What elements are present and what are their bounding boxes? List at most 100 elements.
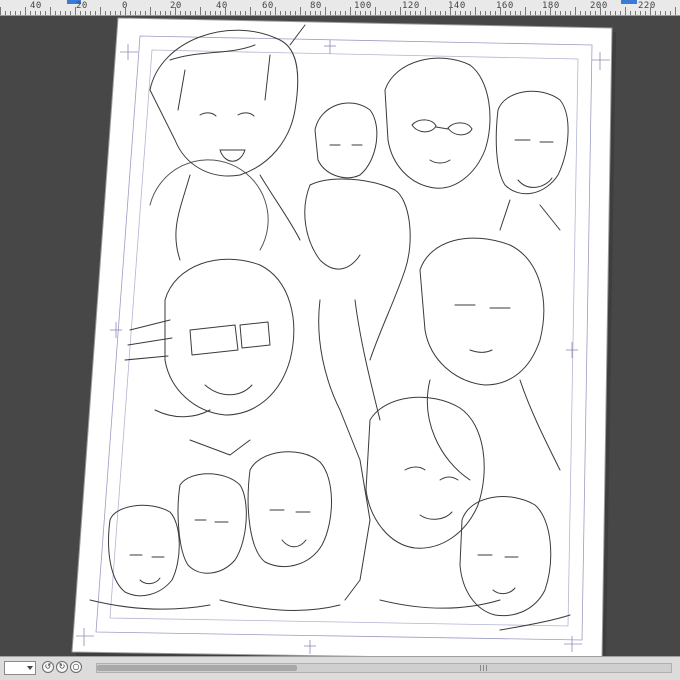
ruler-tick	[500, 7, 501, 15]
canvas-workspace[interactable]	[0, 16, 680, 656]
ruler-tick	[180, 11, 181, 15]
paper-page[interactable]	[71, 17, 613, 656]
ruler-tick	[625, 7, 626, 15]
ruler-tick	[105, 11, 106, 15]
ruler-tick	[605, 11, 606, 15]
ruler-tick	[70, 11, 71, 15]
ruler-tick	[280, 11, 281, 15]
ruler-tick	[600, 7, 601, 15]
ruler-tick	[150, 7, 151, 15]
ruler-tick	[110, 11, 111, 15]
ruler-tick	[85, 11, 86, 15]
ruler-tick	[65, 11, 66, 15]
ruler-tick	[455, 11, 456, 15]
ruler-tick	[195, 11, 196, 15]
horizontal-scrollbar[interactable]	[96, 663, 672, 673]
ruler-tick	[295, 11, 296, 15]
ruler-label: 40	[216, 1, 228, 11]
ruler-tick	[590, 11, 591, 15]
rotate-right-icon[interactable]: ↻	[56, 661, 68, 673]
scrollbar-thumb[interactable]	[97, 665, 297, 671]
ruler-tick	[520, 11, 521, 15]
ruler-tick	[400, 7, 401, 15]
ruler-tick	[445, 11, 446, 15]
ruler-tick	[200, 7, 201, 15]
ruler-tick	[630, 11, 631, 15]
ruler-selection-marker	[621, 0, 637, 4]
ruler-tick	[315, 11, 316, 15]
ruler-tick	[415, 11, 416, 15]
ruler-tick	[50, 7, 51, 15]
ruler-tick	[345, 11, 346, 15]
ruler-tick	[535, 11, 536, 15]
ruler-tick	[420, 11, 421, 15]
horizontal-ruler[interactable]: 40 20 0 20 40 60 80 100 120 140 160 180 …	[0, 0, 680, 16]
ruler-tick	[395, 11, 396, 15]
ruler-tick	[215, 11, 216, 15]
ruler-tick	[270, 11, 271, 15]
ruler-tick	[645, 11, 646, 15]
ruler-tick	[405, 11, 406, 15]
ruler-tick	[35, 11, 36, 15]
ruler-tick	[115, 11, 116, 15]
ruler-label: 20	[76, 1, 88, 11]
ruler-label: 160	[496, 1, 514, 11]
ruler-tick	[20, 11, 21, 15]
ruler-label: 220	[638, 1, 656, 11]
rotate-left-icon[interactable]: ↺	[42, 661, 54, 673]
ruler-tick	[585, 11, 586, 15]
ruler-tick	[670, 11, 671, 15]
ruler-tick	[350, 7, 351, 15]
ruler-tick	[555, 11, 556, 15]
ruler-tick	[475, 7, 476, 15]
ruler-tick	[540, 11, 541, 15]
ruler-tick	[495, 11, 496, 15]
canvas-svg[interactable]	[0, 16, 680, 656]
ruler-tick	[75, 7, 76, 15]
zoom-select[interactable]	[4, 661, 36, 675]
ruler-tick	[675, 7, 676, 15]
ruler-tick	[30, 11, 31, 15]
ruler-tick	[430, 11, 431, 15]
chevron-down-icon	[27, 666, 33, 670]
ruler-tick	[360, 11, 361, 15]
ruler-tick	[60, 11, 61, 15]
ruler-label: 100	[354, 1, 372, 11]
ruler-tick	[190, 11, 191, 15]
ruler-tick	[95, 11, 96, 15]
scrollbar-grip	[483, 665, 484, 671]
ruler-tick	[595, 11, 596, 15]
ruler-tick	[385, 11, 386, 15]
ruler-label: 80	[310, 1, 322, 11]
ruler-tick	[145, 11, 146, 15]
ruler-tick	[545, 11, 546, 15]
ruler-tick	[160, 11, 161, 15]
reset-rotation-icon[interactable]: ○	[70, 661, 82, 673]
ruler-tick	[375, 7, 376, 15]
ruler-tick	[240, 11, 241, 15]
ruler-tick	[205, 11, 206, 15]
ruler-tick	[155, 11, 156, 15]
ruler-tick	[10, 11, 11, 15]
ruler-tick	[45, 11, 46, 15]
ruler-tick	[140, 11, 141, 15]
ruler-tick	[320, 11, 321, 15]
ruler-tick	[120, 11, 121, 15]
ruler-tick	[465, 11, 466, 15]
ruler-tick	[310, 11, 311, 15]
ruler-tick	[165, 11, 166, 15]
ruler-tick	[290, 11, 291, 15]
ruler-tick	[125, 7, 126, 15]
ruler-label: 200	[590, 1, 608, 11]
ruler-tick	[265, 11, 266, 15]
ruler-tick	[490, 11, 491, 15]
ruler-tick	[260, 11, 261, 15]
ruler-tick	[330, 11, 331, 15]
ruler-tick	[130, 11, 131, 15]
ruler-tick	[580, 11, 581, 15]
ruler-tick	[470, 11, 471, 15]
scrollbar-grip	[486, 665, 487, 671]
ruler-tick	[525, 7, 526, 15]
status-bar: ↺ ↻ ○	[0, 656, 680, 680]
ruler-tick	[300, 7, 301, 15]
